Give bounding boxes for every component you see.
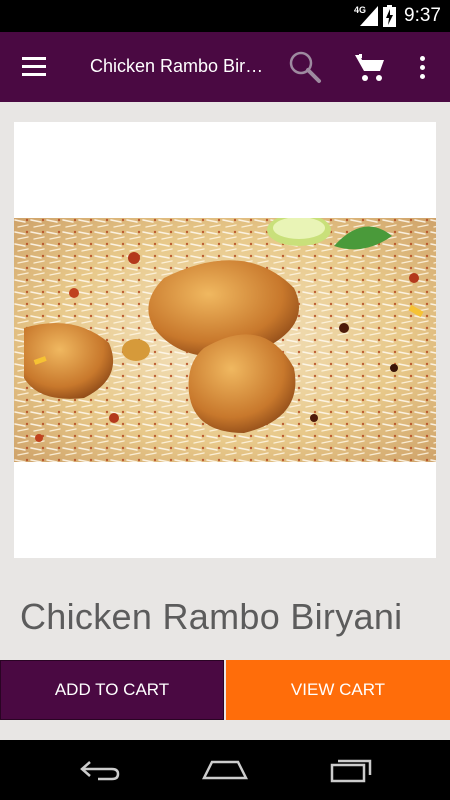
shopping-cart-icon[interactable] [354, 52, 386, 82]
app-bar: Chicken Rambo Biryani [0, 32, 450, 102]
page-title: Chicken Rambo Biryani [90, 56, 268, 76]
chicken-biryani-photo [14, 218, 436, 462]
product-name: Chicken Rambo Biryani [20, 596, 403, 637]
more-vertical-icon[interactable] [410, 52, 434, 82]
product-image-card [14, 122, 436, 558]
clock: 9:37 [404, 5, 441, 26]
view-cart-button[interactable]: VIEW CART [226, 660, 450, 720]
search-icon[interactable] [288, 50, 322, 84]
signal-icon [360, 6, 378, 26]
status-bar: 4G 9:37 [0, 0, 450, 32]
navigation-bar [0, 740, 450, 800]
recent-apps-icon[interactable] [330, 757, 374, 783]
back-icon[interactable] [78, 758, 122, 782]
battery-charging-icon [383, 5, 396, 27]
home-icon[interactable] [202, 758, 248, 782]
add-to-cart-button[interactable]: ADD TO CART [0, 660, 224, 720]
hamburger-menu-icon[interactable] [20, 55, 48, 79]
